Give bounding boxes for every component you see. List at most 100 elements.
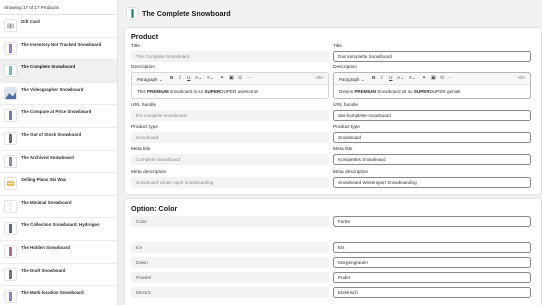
- image-icon[interactable]: ▣: [431, 76, 436, 81]
- source-meta-title-field: Complete Snowboard: [131, 154, 329, 165]
- product-list-item[interactable]: The Compare at Price Snowboard: [0, 105, 117, 128]
- product-list-sidebar: Showing 17 of 17 Products Gift Card The I…: [0, 0, 118, 305]
- product-name: Selling Plans Ski Wax: [21, 177, 67, 183]
- bold-icon[interactable]: B: [170, 76, 173, 81]
- paragraph-select[interactable]: Paragraph ⌄: [339, 77, 364, 83]
- align-icon[interactable]: ≡⌄: [409, 76, 416, 81]
- snowboard-icon: [4, 154, 17, 168]
- product-list: Gift Card The Inventory Not Tracked Snowb…: [0, 15, 117, 305]
- bold-icon[interactable]: B: [372, 76, 375, 81]
- translated-option-value-input[interactable]: Puder: [333, 272, 531, 283]
- more-icon[interactable]: ⋯: [246, 76, 251, 81]
- snowboard-icon: [4, 290, 17, 304]
- product-list-item[interactable]: The Hidden Snowboard: [0, 241, 117, 264]
- product-list-item[interactable]: The Out of Stock Snowboard: [0, 128, 117, 151]
- paragraph-select[interactable]: Paragraph ⌄: [137, 77, 162, 83]
- source-option-name-field: Color: [131, 216, 329, 227]
- page-title: The Complete Snowboard: [142, 9, 231, 18]
- product-name: The Complete Snowboard: [21, 64, 76, 70]
- source-url-handle-field: the-complete-snowboard: [131, 110, 329, 121]
- meta-title-label: Meta title: [131, 147, 151, 152]
- title-label: Title: [131, 44, 140, 49]
- wax-icon: [4, 177, 17, 191]
- snowboard-icon: [4, 222, 17, 236]
- product-list-item[interactable]: The Collection Snowboard: Hydrogen: [0, 218, 117, 241]
- description-label: Description: [131, 65, 155, 70]
- photo-icon: [4, 86, 17, 100]
- source-option-value-field: Electric: [131, 287, 329, 298]
- product-list-item[interactable]: Selling Plans Ski Wax: [0, 173, 117, 196]
- source-option-value-field: Dawn: [131, 257, 329, 268]
- snowboard-icon: [4, 131, 17, 145]
- snowboard-icon: [4, 64, 17, 78]
- translated-url-handle-input[interactable]: das-komplette-snowboard: [333, 110, 531, 121]
- translated-option-name-input[interactable]: Farbe: [333, 216, 531, 227]
- url-handle-label: URL handle: [131, 103, 157, 108]
- product-list-item[interactable]: The Inventory Not Tracked Snowboard: [0, 38, 117, 61]
- translated-option-value-input[interactable]: Morgengrauen: [333, 257, 531, 268]
- translated-option-value-input[interactable]: Eis: [333, 242, 531, 253]
- link-icon[interactable]: ⚭: [422, 76, 426, 81]
- product-name: The Videographer Snowboard: [21, 86, 84, 92]
- italic-icon[interactable]: I: [381, 76, 383, 81]
- source-description-editor: Paragraph ⌄ B I U A⌄ ≡⌄ ⚭ ▣ ⊙ ⋯ </> This…: [131, 72, 329, 99]
- more-icon[interactable]: ⋯: [448, 76, 453, 81]
- url-handle-label: URL handle: [333, 103, 359, 108]
- video-icon[interactable]: ⊙: [440, 76, 444, 81]
- product-list-item[interactable]: The Minimal Snowboard: [0, 196, 117, 219]
- option-color-card: Option: Color Color Farbe Ice Eis Dawn M…: [124, 198, 542, 305]
- product-name: The Minimal Snowboard: [21, 199, 72, 205]
- product-name: The Multi-location Snowboard: [21, 290, 84, 296]
- source-option-value-field: Powder: [131, 272, 329, 283]
- product-list-item[interactable]: The Archived Snowboard: [0, 151, 117, 174]
- translated-meta-title-input[interactable]: Komplettes Snowboard: [333, 154, 531, 165]
- snowboard-icon: [4, 199, 17, 213]
- gift-card-icon: [4, 19, 17, 32]
- meta-title-label: Meta title: [333, 147, 353, 152]
- translated-description-text[interactable]: Dieses PREMIUM Snowboard ist so SUPERDUP…: [339, 89, 461, 94]
- video-icon[interactable]: ⊙: [238, 76, 242, 81]
- snowboard-icon: [4, 267, 17, 281]
- product-name: The Compare at Price Snowboard: [21, 109, 92, 115]
- product-section-title: Product: [131, 32, 159, 41]
- product-name: The Collection Snowboard: Hydrogen: [21, 222, 100, 228]
- code-view-icon[interactable]: </>: [518, 76, 525, 81]
- page-header: The Complete Snowboard: [118, 0, 542, 27]
- product-thumbnail: [126, 7, 139, 20]
- rich-text-toolbar: Paragraph ⌄ B I U A⌄ ≡⌄ ⚭ ▣ ⊙ ⋯ </>: [334, 73, 530, 85]
- snowboard-icon: [4, 41, 17, 55]
- meta-description-label: Meta description: [131, 170, 167, 175]
- translated-product-type-input[interactable]: Snowboard: [333, 132, 531, 143]
- underline-icon[interactable]: U: [187, 76, 190, 81]
- meta-description-label: Meta description: [333, 170, 369, 175]
- image-icon[interactable]: ▣: [229, 76, 234, 81]
- source-title-field: The Complete Snowboard: [131, 51, 329, 62]
- translated-description-editor[interactable]: Paragraph ⌄ B I U A⌄ ≡⌄ ⚭ ▣ ⊙ ⋯ </> Dies…: [333, 72, 531, 99]
- link-icon[interactable]: ⚭: [220, 76, 224, 81]
- product-list-item[interactable]: The Draft Snowboard: [0, 264, 117, 287]
- product-list-item[interactable]: Gift Card: [0, 15, 117, 38]
- product-type-label: Product type: [333, 125, 360, 130]
- product-list-item[interactable]: The Complete Snowboard: [0, 60, 117, 83]
- product-count-label: Showing 17 of 17 Products: [0, 0, 117, 15]
- translated-title-input[interactable]: Das komplette Snowboard: [333, 51, 531, 62]
- product-list-item[interactable]: The Multi-location Snowboard: [0, 286, 117, 305]
- product-name: The Inventory Not Tracked Snowboard: [21, 41, 102, 47]
- underline-icon[interactable]: U: [389, 76, 392, 81]
- translated-meta-description-input[interactable]: Snowboard Wintersport Snowboarding: [333, 177, 531, 188]
- code-view-icon[interactable]: </>: [316, 76, 323, 81]
- option-section-title: Option: Color: [131, 204, 178, 213]
- text-color-icon[interactable]: A⌄: [195, 76, 202, 81]
- product-name: The Hidden Snowboard: [21, 244, 71, 250]
- text-color-icon[interactable]: A⌄: [397, 76, 404, 81]
- product-list-item[interactable]: The Videographer Snowboard: [0, 83, 117, 106]
- translation-editor: The Complete Snowboard Product Title The…: [118, 0, 542, 305]
- source-option-value-field: Ice: [131, 242, 329, 253]
- rich-text-toolbar: Paragraph ⌄ B I U A⌄ ≡⌄ ⚭ ▣ ⊙ ⋯ </>: [132, 73, 328, 85]
- align-icon[interactable]: ≡⌄: [207, 76, 214, 81]
- snowboard-icon: [4, 109, 17, 123]
- product-name: The Out of Stock Snowboard: [21, 131, 82, 137]
- translated-option-value-input[interactable]: Elektrisch: [333, 287, 531, 298]
- italic-icon[interactable]: I: [179, 76, 181, 81]
- product-card: Product Title The Complete Snowboard Des…: [124, 27, 542, 195]
